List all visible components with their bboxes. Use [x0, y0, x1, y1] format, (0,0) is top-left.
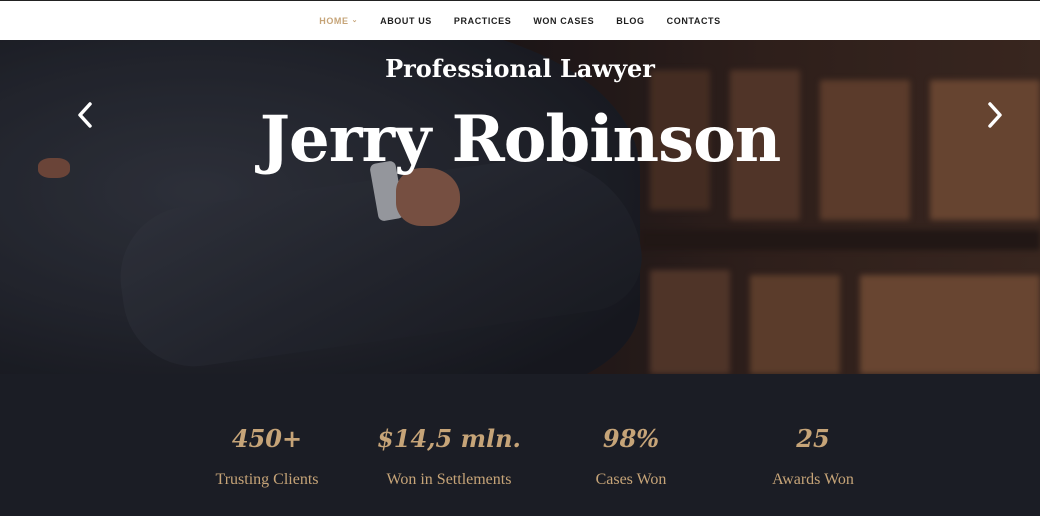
nav-item-label: HOME	[319, 15, 349, 26]
stat-label: Awards Won	[772, 471, 854, 488]
stat-label: Cases Won	[595, 471, 667, 488]
nav-item-about-us[interactable]: ABOUT US	[380, 16, 432, 26]
nav-item-contacts[interactable]: CONTACTS	[667, 16, 721, 26]
hero-title: Jerry Robinson	[259, 102, 782, 177]
top-navigation-bar: HOME ⌄ ABOUT US PRACTICES WON CASES BLOG…	[0, 0, 1040, 40]
stat-value: 98%	[602, 424, 660, 453]
nav-item-practices[interactable]: PRACTICES	[454, 16, 511, 26]
stat-cases-won: 98% Cases Won	[531, 424, 731, 489]
nav-item-home[interactable]: HOME ⌄	[319, 16, 358, 26]
hero-overlay	[0, 40, 1040, 374]
stat-label: Won in Settlements	[386, 471, 512, 488]
main-nav: HOME ⌄ ABOUT US PRACTICES WON CASES BLOG…	[319, 16, 721, 26]
nav-item-label: WON CASES	[533, 15, 595, 26]
stat-trusting-clients: 450+ Trusting Clients	[167, 424, 367, 489]
hero-subtitle: Professional Lawyer	[385, 54, 655, 83]
stat-value: 450+	[231, 424, 303, 453]
stat-awards-won: 25 Awards Won	[713, 424, 913, 489]
slider-next-button[interactable]	[980, 98, 1010, 132]
nav-item-label: PRACTICES	[453, 15, 512, 26]
nav-item-label: ABOUT US	[380, 15, 432, 26]
chevron-right-icon	[988, 102, 1002, 128]
stat-value: $14,5 mln.	[377, 424, 521, 453]
chevron-left-icon	[78, 102, 92, 128]
nav-item-label: CONTACTS	[666, 15, 721, 26]
stats-section: 450+ Trusting Clients $14,5 mln. Won in …	[0, 374, 1040, 516]
slider-prev-button[interactable]	[70, 98, 100, 132]
stat-value: 25	[796, 424, 830, 453]
nav-item-label: BLOG	[616, 15, 645, 26]
nav-item-won-cases[interactable]: WON CASES	[533, 16, 594, 26]
hero-slider: Professional Lawyer Jerry Robinson	[0, 40, 1040, 374]
chevron-down-icon: ⌄	[351, 17, 359, 24]
stat-label: Trusting Clients	[215, 471, 319, 488]
nav-item-blog[interactable]: BLOG	[616, 16, 644, 26]
stat-won-in-settlements: $14,5 mln. Won in Settlements	[349, 424, 549, 489]
